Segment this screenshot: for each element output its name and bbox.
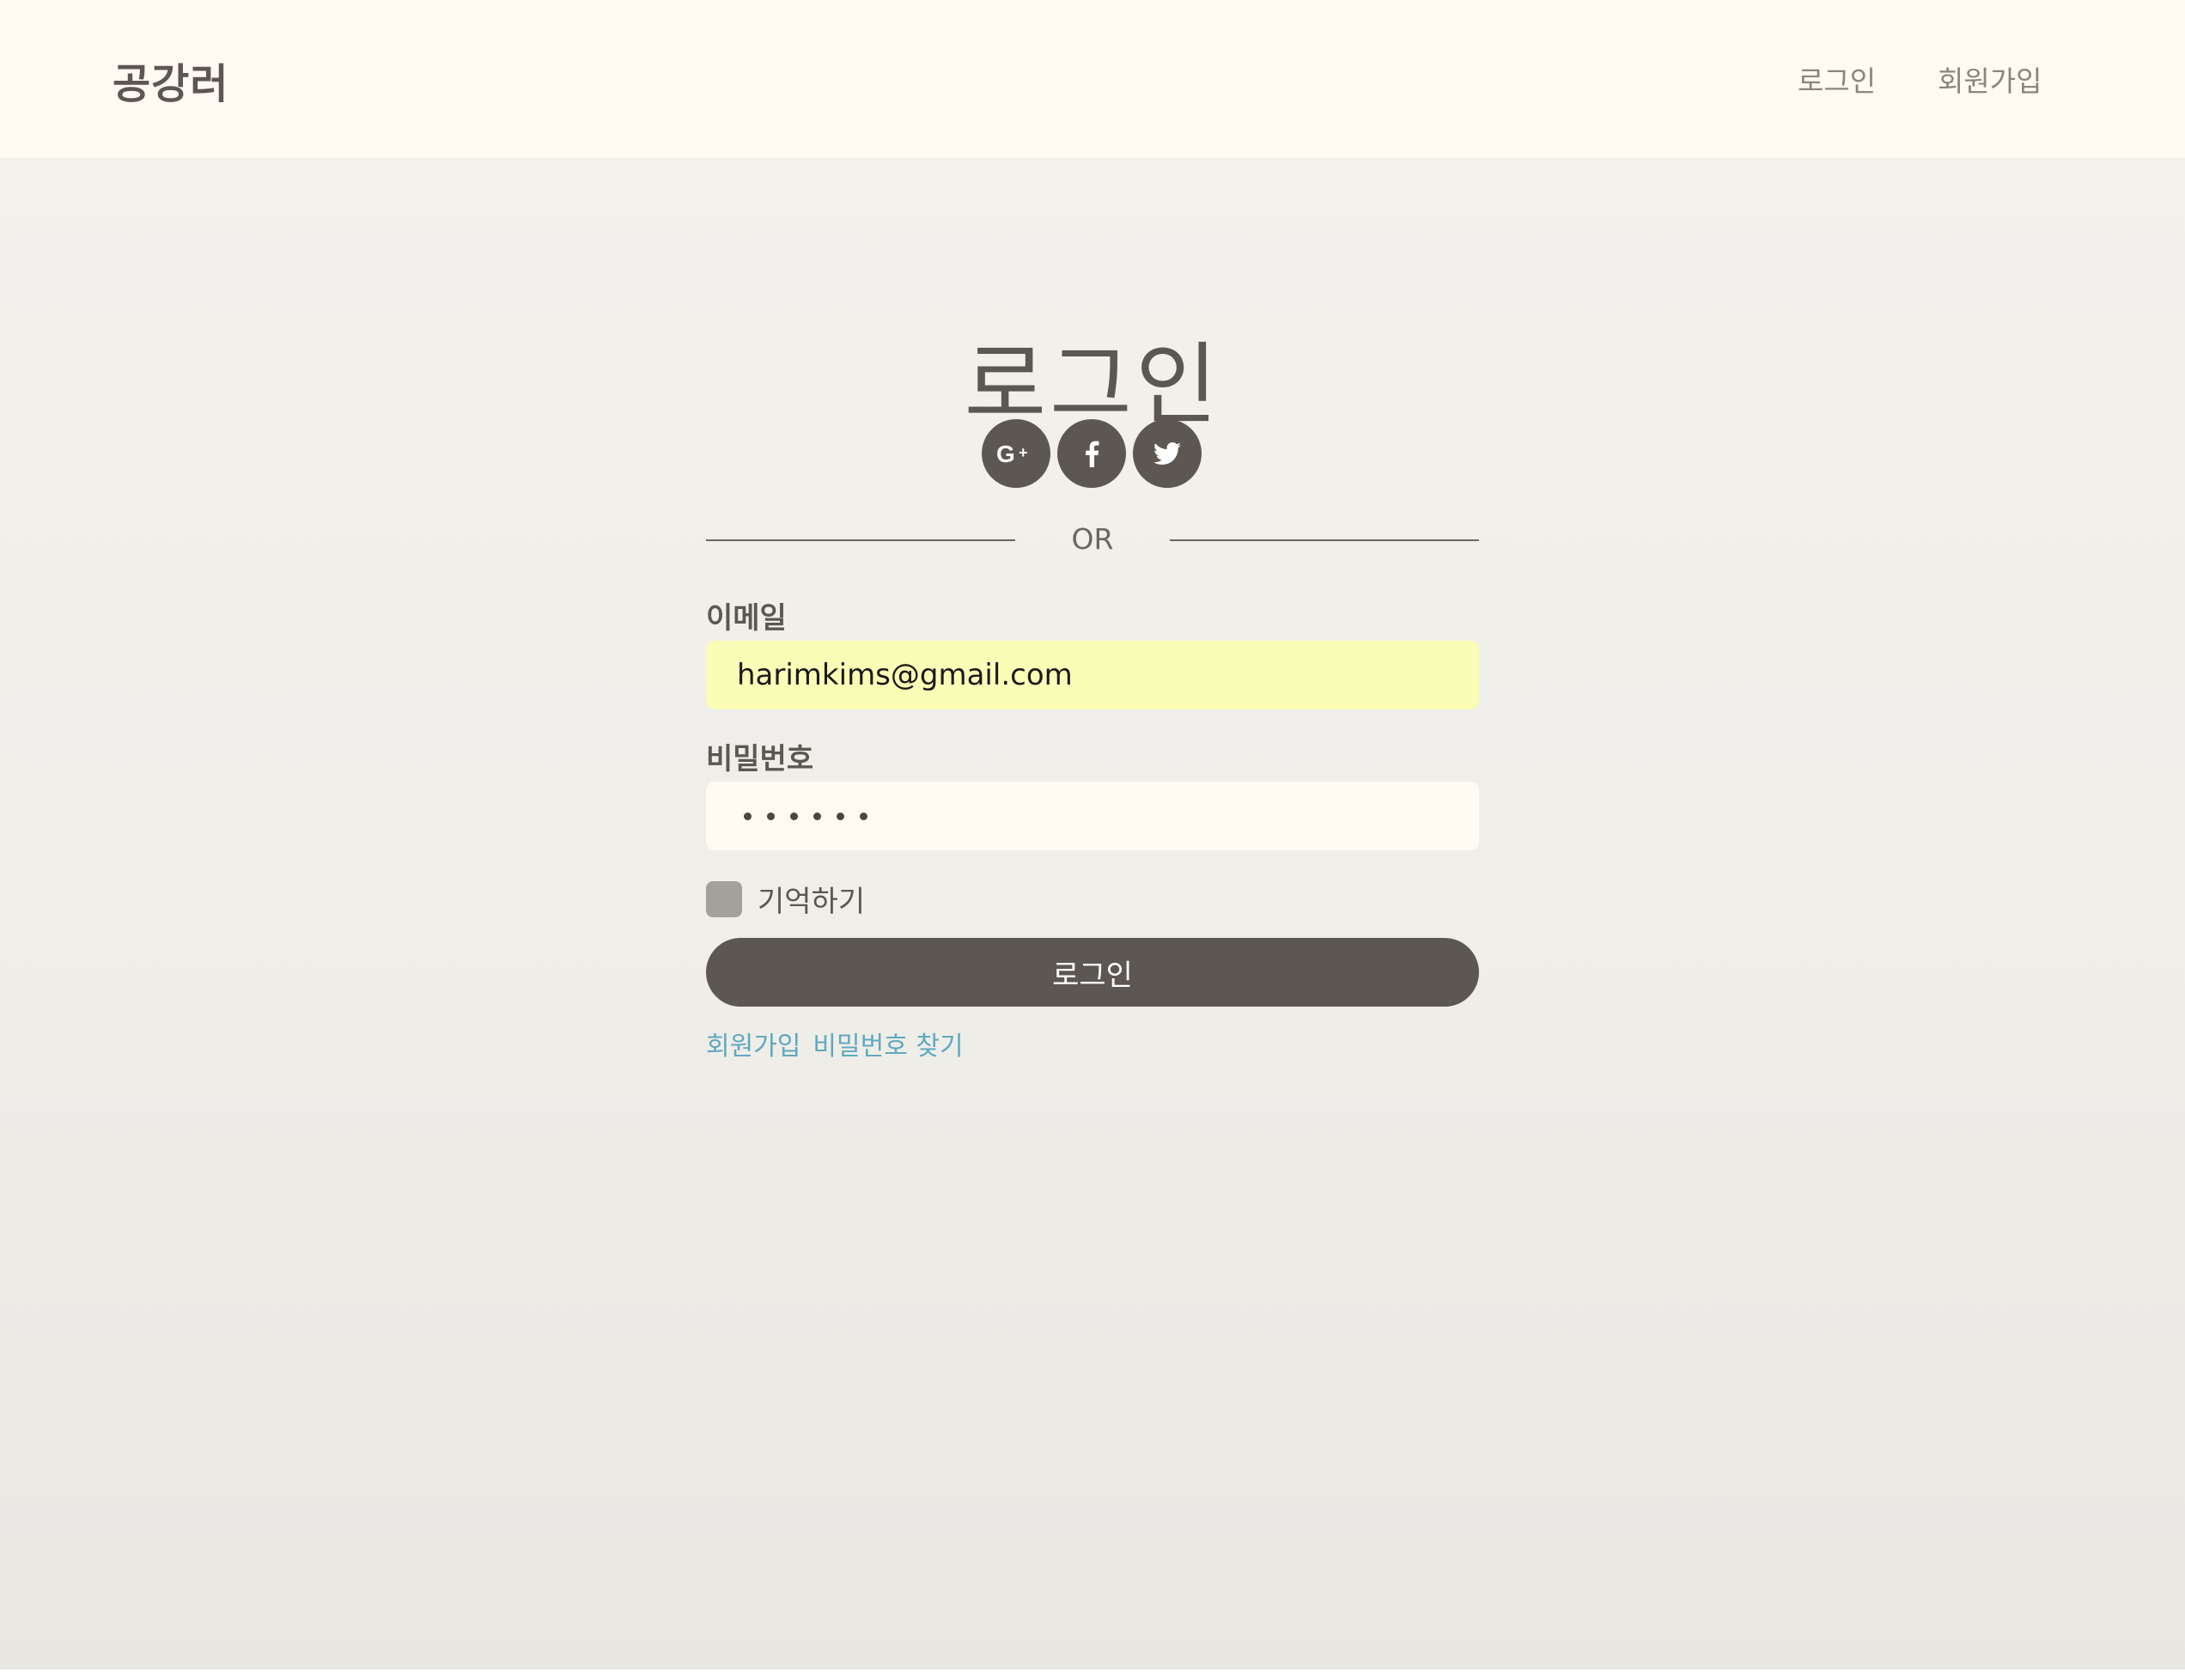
email-label: 이메일 [706, 601, 787, 636]
google-plus-icon: G + [996, 441, 1028, 466]
auth-links: 회원가입 비밀번호 찾기 [706, 1025, 964, 1062]
brand-logo[interactable]: 공강러 [113, 50, 228, 110]
svg-text:+: + [1019, 444, 1028, 461]
main-content: 로그인 G + OR 이메일 harimkims@gmail.com 비밀번호 [0, 158, 2185, 1670]
password-mask [737, 812, 867, 820]
remember-me-row: 기억하기 [706, 878, 865, 920]
nav-login-link[interactable]: 로그인 [1798, 58, 1876, 100]
signup-link[interactable]: 회원가입 [706, 1025, 800, 1062]
password-field[interactable] [706, 782, 1479, 850]
remember-me-checkbox[interactable] [706, 880, 742, 917]
top-header: 공강러 로그인 회원가입 [0, 0, 2185, 158]
google-plus-login-button[interactable]: G + [982, 419, 1050, 488]
login-button[interactable]: 로그인 [706, 938, 1479, 1007]
password-label: 비밀번호 [706, 742, 814, 776]
twitter-login-button[interactable] [1133, 419, 1202, 488]
remember-me-label[interactable]: 기억하기 [758, 878, 865, 920]
nav-signup-link[interactable]: 회원가입 [1938, 58, 2042, 100]
facebook-icon [1086, 441, 1099, 467]
divider-line-right [1170, 539, 1479, 541]
svg-text:G: G [996, 441, 1015, 466]
email-field[interactable]: harimkims@gmail.com [706, 641, 1479, 709]
or-divider: OR [706, 522, 1479, 557]
twitter-icon [1153, 442, 1181, 465]
facebook-login-button[interactable] [1057, 419, 1126, 488]
email-value: harimkims@gmail.com [737, 658, 1073, 692]
find-password-link[interactable]: 비밀번호 찾기 [813, 1025, 963, 1062]
social-login-row: G + [982, 419, 1202, 488]
